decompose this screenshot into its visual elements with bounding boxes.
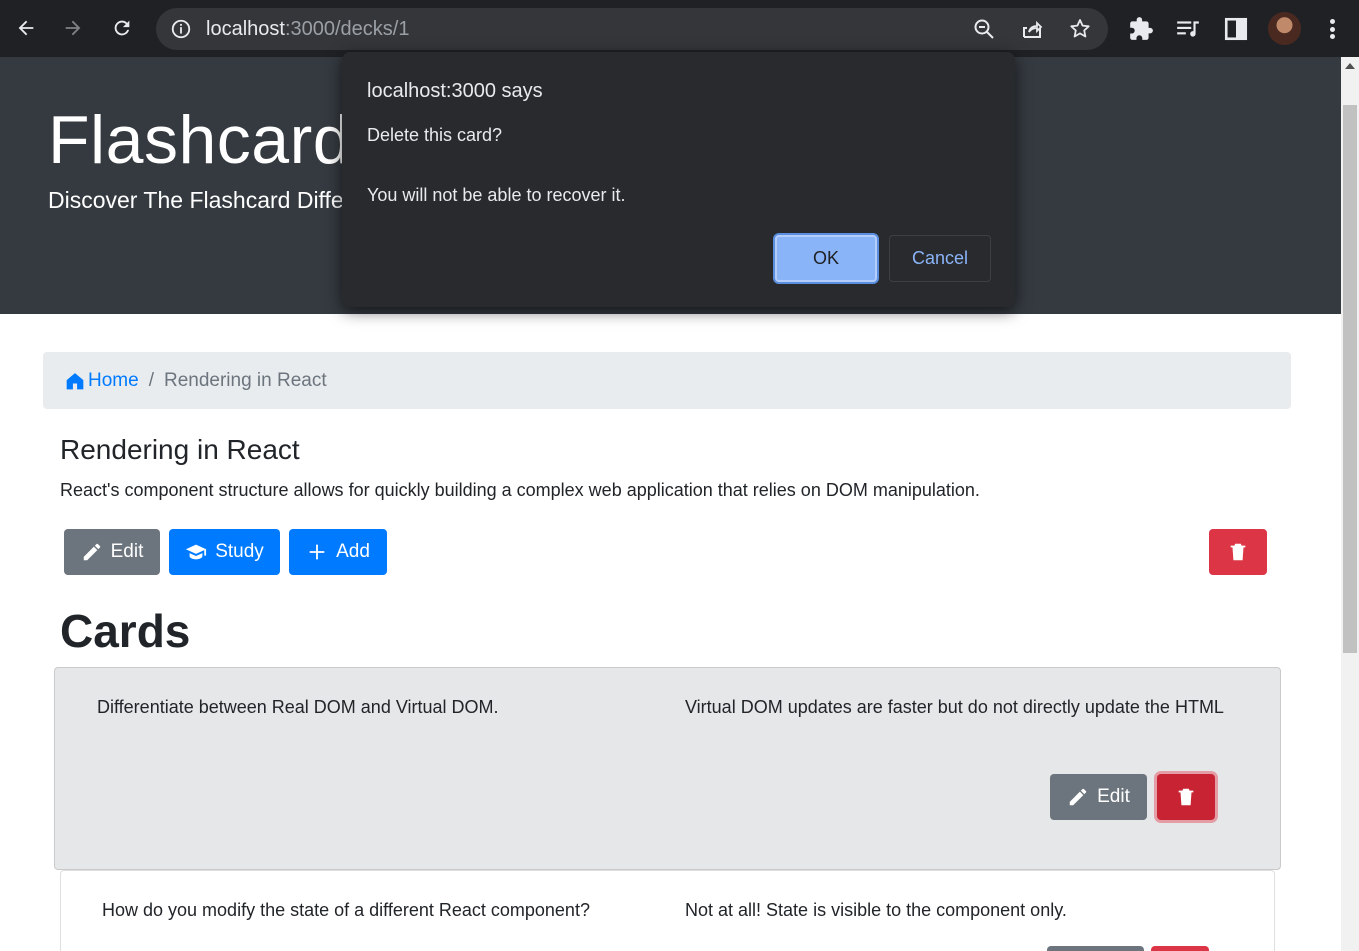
dialog-origin: localhost:3000 says: [367, 80, 543, 102]
zoom-out-icon[interactable]: [972, 17, 996, 41]
pencil-icon: [83, 543, 100, 561]
delete-card-button[interactable]: [1157, 774, 1215, 820]
share-icon[interactable]: [1020, 17, 1044, 41]
plus-icon: [309, 544, 325, 560]
forward-button[interactable]: [55, 10, 91, 46]
star-icon[interactable]: [1068, 17, 1092, 41]
url-path: :3000/decks/1: [284, 18, 410, 40]
dialog-message-detail: You will not be able to recover it.: [367, 185, 626, 205]
card-front-text: How do you modify the state of a differe…: [102, 900, 590, 920]
url-host: localhost: [206, 18, 285, 40]
breadcrumb: Home / Rendering in React: [43, 352, 1291, 409]
puzzle-icon[interactable]: [1128, 16, 1154, 42]
graduation-cap-icon: [186, 544, 207, 560]
home-icon[interactable]: [65, 371, 85, 391]
media-control-icon[interactable]: [1175, 16, 1201, 42]
edit-deck-button[interactable]: Edit: [64, 529, 160, 575]
url-text[interactable]: localhost:3000/decks/1: [206, 18, 409, 41]
breadcrumb-home-link[interactable]: Home: [88, 370, 139, 392]
delete-card-button[interactable]: [1151, 946, 1209, 951]
edit-deck-label: Edit: [110, 541, 144, 562]
deck-description: React's component structure allows for q…: [60, 480, 980, 500]
profile-avatar[interactable]: [1268, 12, 1301, 45]
kebab-icon[interactable]: [1320, 16, 1344, 42]
edit-card-button[interactable]: [1047, 946, 1144, 951]
back-button[interactable]: [8, 10, 44, 46]
dialog-message: Delete this card?: [367, 125, 503, 145]
card-back-text: Virtual DOM updates are faster but do no…: [685, 697, 1224, 717]
arrow-right-icon: [65, 20, 81, 36]
info-icon[interactable]: [170, 18, 192, 40]
delete-deck-button[interactable]: [1209, 529, 1267, 575]
add-card-button[interactable]: Add: [289, 529, 387, 575]
card-front-text: Differentiate between Real DOM and Virtu…: [97, 697, 499, 717]
arrow-left-icon: [18, 20, 34, 36]
add-card-label: Add: [336, 541, 370, 562]
side-panel-icon[interactable]: [1223, 16, 1249, 42]
address-bar[interactable]: localhost:3000/decks/1: [156, 8, 1108, 50]
breadcrumb-separator: /: [148, 369, 154, 391]
scrollbar-thumb[interactable]: [1343, 105, 1357, 653]
reload-button[interactable]: [104, 10, 140, 46]
study-button[interactable]: Study: [169, 529, 280, 575]
pencil-icon: [1069, 788, 1087, 806]
card-back-text: Not at all! State is visible to the comp…: [685, 900, 1067, 920]
edit-card-label: Edit: [1097, 786, 1130, 807]
confirm-dialog: localhost:3000 says Delete this card? Yo…: [342, 52, 1015, 307]
trash-icon: [1178, 788, 1194, 806]
browser-toolbar: localhost:3000/decks/1: [0, 0, 1359, 57]
cancel-button[interactable]: Cancel: [889, 235, 991, 282]
reload-icon: [114, 20, 130, 36]
study-label: Study: [215, 541, 264, 562]
card-item: Differentiate between Real DOM and Virtu…: [54, 667, 1281, 870]
card-item: How do you modify the state of a differe…: [60, 870, 1275, 951]
ok-button[interactable]: OK: [775, 235, 877, 282]
trash-icon: [1230, 543, 1246, 561]
edit-card-button[interactable]: Edit: [1050, 774, 1147, 820]
breadcrumb-current: Rendering in React: [163, 369, 327, 391]
page-scrollbar[interactable]: [1341, 57, 1359, 951]
scroll-up-icon[interactable]: [1345, 63, 1355, 69]
cards-heading: Cards: [60, 605, 191, 657]
deck-title: Rendering in React: [60, 434, 300, 465]
